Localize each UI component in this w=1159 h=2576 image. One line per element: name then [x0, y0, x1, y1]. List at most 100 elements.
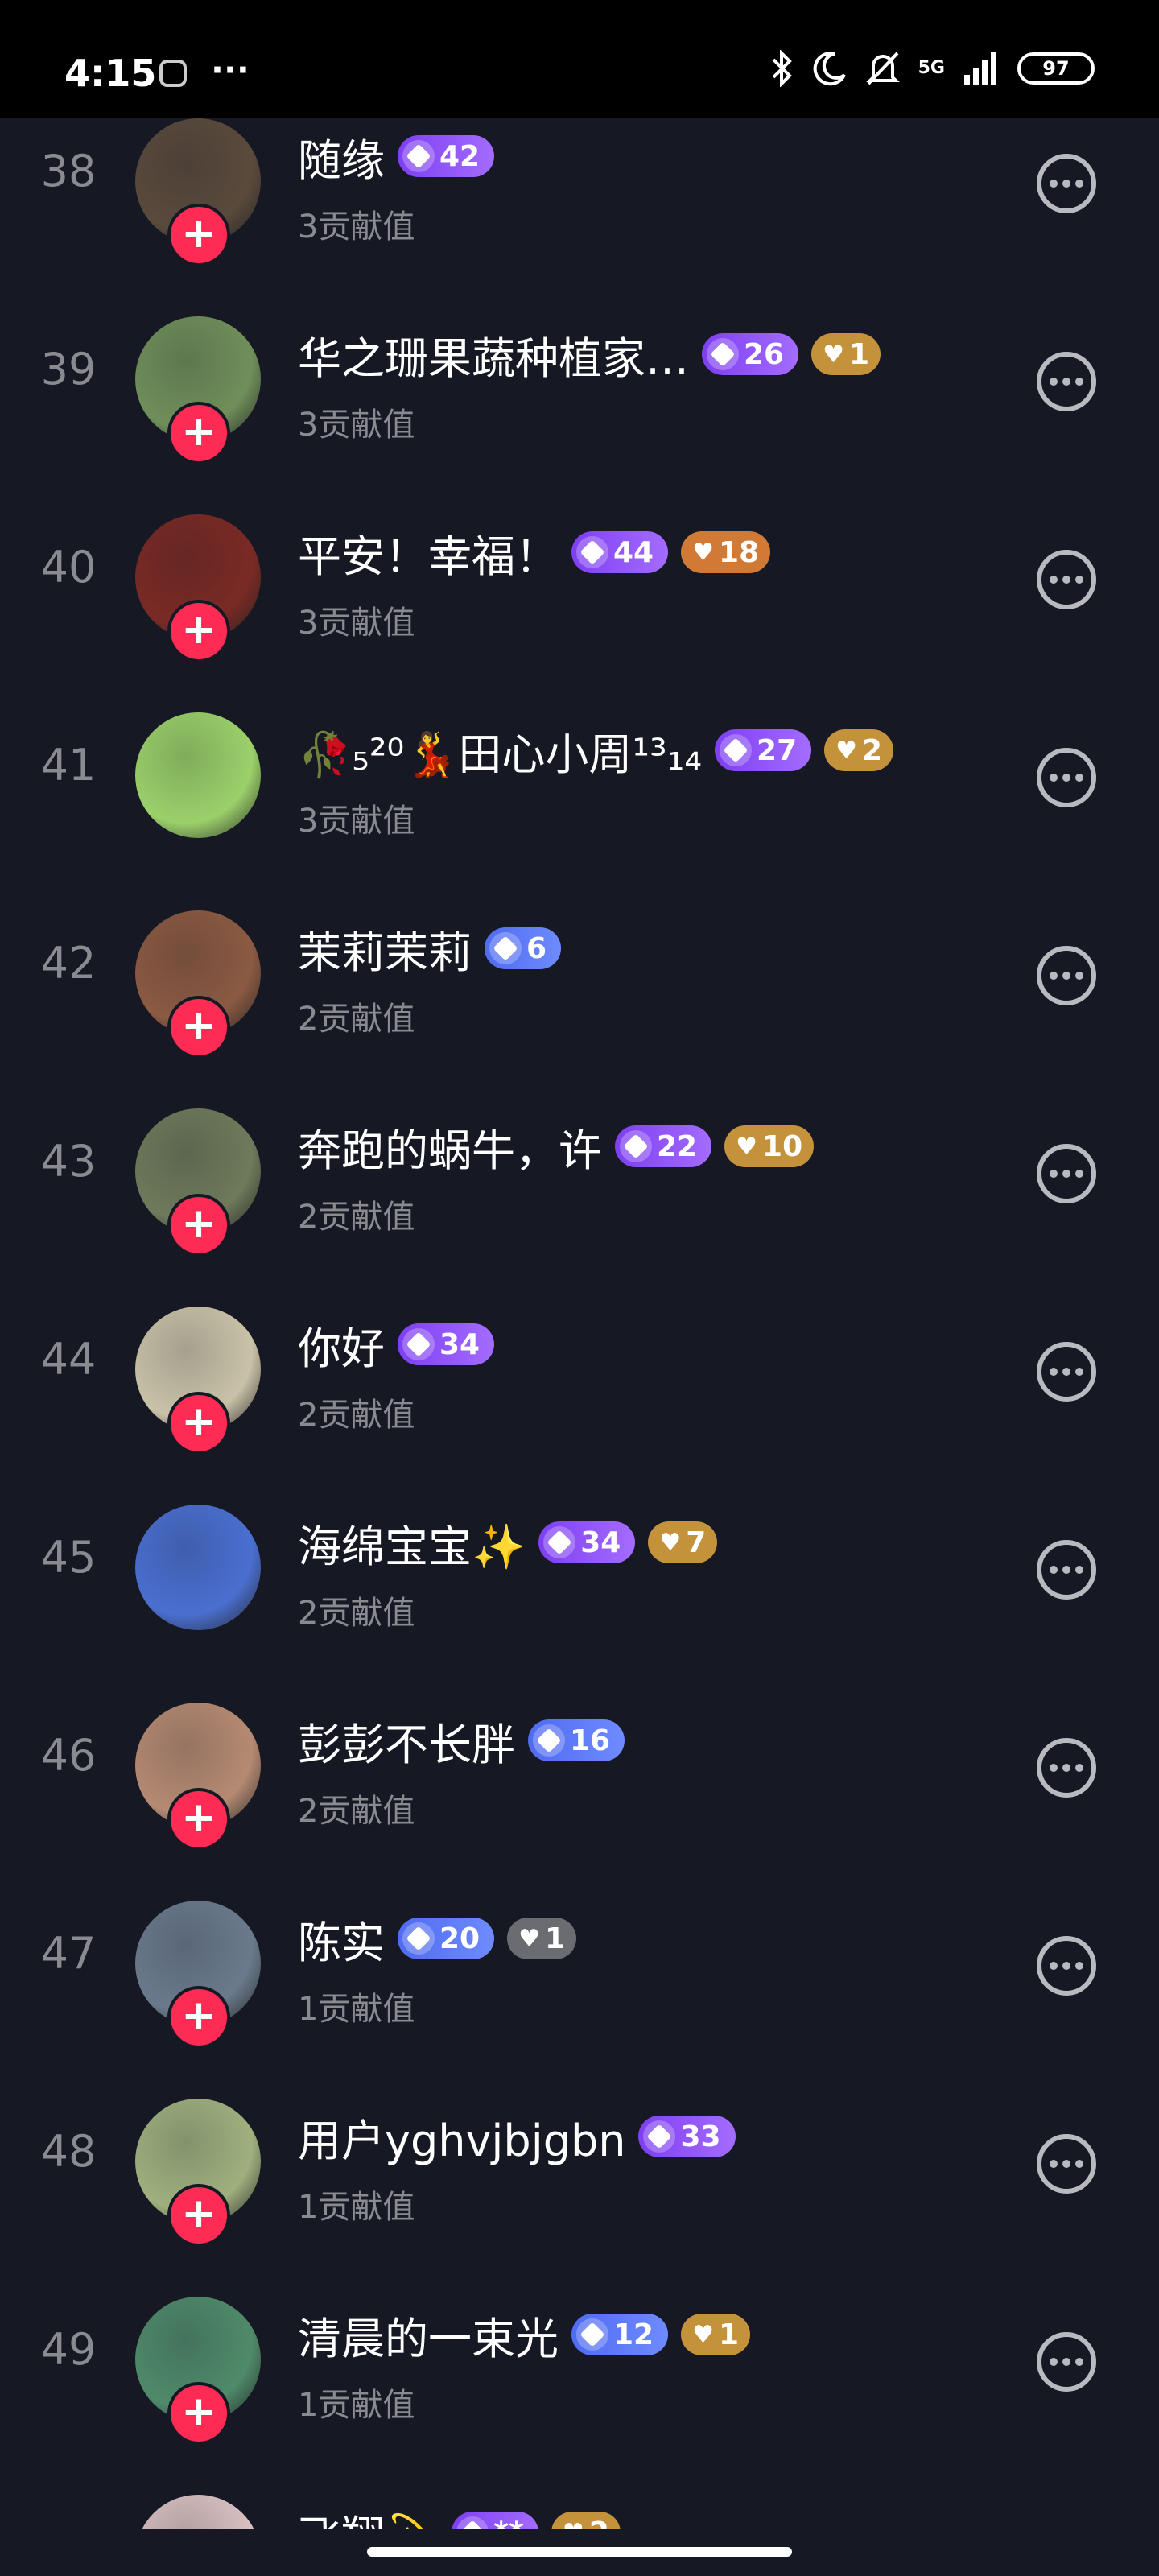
- user-name[interactable]: 飞翔💫: [298, 2501, 439, 2530]
- avatar-container[interactable]: +: [135, 1703, 261, 1851]
- fan-club-badge: ♥2: [824, 729, 894, 771]
- avatar-container[interactable]: [135, 1505, 261, 1630]
- avatar-container[interactable]: +: [135, 2099, 261, 2247]
- home-indicator[interactable]: [367, 2547, 792, 2557]
- avatar-container[interactable]: [135, 712, 261, 838]
- list-item[interactable]: 46 + 彭彭不长胖 16 2贡献值: [0, 1675, 1159, 1868]
- plus-icon: +: [181, 1992, 217, 2040]
- avatar-container[interactable]: +: [135, 316, 261, 464]
- fan-club-badge: ♥ 1: [681, 2314, 751, 2355]
- plus-icon: +: [181, 2190, 217, 2238]
- avatar[interactable]: [135, 2495, 261, 2529]
- list-item[interactable]: 39 + 华之珊果蔬种植家… 26 ♥ 1 3贡献值: [0, 289, 1159, 482]
- avatar-container[interactable]: +: [135, 910, 261, 1059]
- message-button[interactable]: [1037, 1936, 1096, 1996]
- rank-number: 41: [40, 740, 97, 791]
- user-name[interactable]: 平安！幸福！: [298, 521, 559, 584]
- follow-button[interactable]: +: [167, 600, 230, 663]
- name-line: 平安！幸福！ 44 ♥ 18: [298, 524, 771, 582]
- message-button[interactable]: [1037, 748, 1096, 807]
- follow-button[interactable]: +: [167, 1194, 230, 1257]
- message-button[interactable]: [1037, 550, 1096, 609]
- list-item[interactable]: 48 + 用户yghvjbjgbn 33 1贡献值: [0, 2071, 1159, 2264]
- follow-button[interactable]: +: [167, 1986, 230, 2049]
- name-line: 彭彭不长胖 16: [298, 1712, 625, 1770]
- user-name[interactable]: 陈实: [298, 1907, 385, 1971]
- avatar-container[interactable]: +: [135, 1307, 261, 1455]
- follow-button[interactable]: +: [167, 204, 230, 266]
- user-name[interactable]: 用户yghvjbjgbn: [298, 2105, 625, 2169]
- follow-button[interactable]: +: [167, 402, 230, 464]
- dot: [1075, 972, 1083, 980]
- message-button[interactable]: [1037, 2134, 1096, 2194]
- gem-icon: [402, 1328, 435, 1360]
- user-name[interactable]: 茉莉茉莉: [298, 917, 472, 980]
- message-button[interactable]: [1037, 2332, 1096, 2392]
- user-name[interactable]: 奔跑的蜗牛，许: [298, 1115, 602, 1179]
- follow-button[interactable]: +: [167, 2184, 230, 2247]
- contribution-value: 1贡献值: [298, 2189, 415, 2226]
- user-name[interactable]: 彭彭不长胖: [298, 1709, 515, 1773]
- dot: [1062, 1566, 1070, 1574]
- list-item[interactable]: 44 + 你好 34 2贡献值: [0, 1279, 1159, 1472]
- list-item[interactable]: 41 🥀₅²⁰💃田心小周¹³₁₄ 27 ♥ 2 3贡献值: [0, 685, 1159, 878]
- dot: [1050, 1566, 1058, 1574]
- name-line: 清晨的一束光 12 ♥ 1: [298, 2306, 751, 2364]
- gem-icon: [456, 2516, 489, 2529]
- user-name[interactable]: 随缘: [298, 125, 385, 188]
- level-badge: 22: [615, 1125, 712, 1167]
- avatar-container[interactable]: +: [135, 118, 261, 266]
- dot: [1050, 2160, 1058, 2168]
- heart-icon: ♥: [659, 1528, 682, 1557]
- avatar[interactable]: [135, 712, 261, 838]
- gem-icon: [543, 1526, 576, 1558]
- list-item[interactable]: 38 + 随缘 42 3贡献值: [0, 118, 1159, 284]
- list-item[interactable]: 45 海绵宝宝✨ 34 ♥ 7 2贡献值: [0, 1477, 1159, 1670]
- message-button[interactable]: [1037, 1738, 1096, 1798]
- avatar-container[interactable]: [135, 2495, 261, 2529]
- user-name[interactable]: 华之珊果蔬种植家…: [298, 323, 689, 386]
- message-button[interactable]: [1037, 1540, 1096, 1600]
- follow-button[interactable]: +: [167, 996, 230, 1059]
- avatar-container[interactable]: +: [135, 1901, 261, 2049]
- user-name[interactable]: 清晨的一束光: [298, 2303, 559, 2367]
- fan-contribution-list[interactable]: 38 + 随缘 42 3贡献值 39 + 华之珊果蔬种植家… 26 ♥ 1 3贡献值 40 + 平安！幸福！…: [0, 118, 1159, 2529]
- user-name[interactable]: 海绵宝宝✨: [298, 1511, 526, 1575]
- level-value: 12: [613, 2318, 654, 2351]
- rank-number: 42: [40, 938, 97, 989]
- contribution-value: 2贡献值: [298, 1793, 415, 1830]
- message-button[interactable]: [1037, 154, 1096, 213]
- follow-button[interactable]: +: [167, 1392, 230, 1455]
- contribution-value: 3贡献值: [298, 803, 415, 840]
- list-item[interactable]: 42 + 茉莉茉莉 6 2贡献值: [0, 883, 1159, 1076]
- heart-icon: ♥: [518, 1924, 541, 1953]
- more-notifications-icon: ···: [211, 50, 250, 89]
- avatar-container[interactable]: +: [135, 514, 261, 663]
- rank-number: 49: [40, 2324, 97, 2375]
- dot: [1062, 1368, 1070, 1376]
- message-button[interactable]: [1037, 1144, 1096, 1203]
- user-name[interactable]: 你好: [298, 1313, 385, 1377]
- list-item[interactable]: 40 + 平安！幸福！ 44 ♥ 18 3贡献值: [0, 487, 1159, 680]
- message-button[interactable]: [1037, 1342, 1096, 1402]
- list-item[interactable]: 49 + 清晨的一束光 12 ♥ 1 1贡献值: [0, 2269, 1159, 2462]
- level-value: 20: [439, 1922, 481, 1955]
- message-button[interactable]: [1037, 352, 1096, 411]
- fan-club-badge: ♥ 7: [648, 1521, 718, 1563]
- message-button[interactable]: [1037, 946, 1096, 1005]
- dot: [1050, 774, 1058, 782]
- user-name[interactable]: 🥀₅²⁰💃田心小周¹³₁₄: [298, 719, 702, 782]
- name-line: 🥀₅²⁰💃田心小周¹³₁₄ 27 ♥ 2: [298, 722, 894, 780]
- follow-button[interactable]: +: [167, 1788, 230, 1851]
- avatar[interactable]: [135, 1505, 261, 1630]
- level-badge: **: [452, 2512, 538, 2529]
- plus-icon: +: [181, 1199, 217, 1248]
- dot: [1062, 378, 1070, 386]
- list-item[interactable]: 43 + 奔跑的蜗牛，许 22 ♥ 10 2贡献值: [0, 1081, 1159, 1274]
- dot: [1050, 1764, 1058, 1772]
- list-item[interactable]: 飞翔💫**♥2: [0, 2467, 1159, 2529]
- list-item[interactable]: 47 + 陈实 20 ♥ 1 1贡献值: [0, 1873, 1159, 2066]
- avatar-container[interactable]: +: [135, 1108, 261, 1257]
- avatar-container[interactable]: +: [135, 2297, 261, 2445]
- follow-button[interactable]: +: [167, 2382, 230, 2445]
